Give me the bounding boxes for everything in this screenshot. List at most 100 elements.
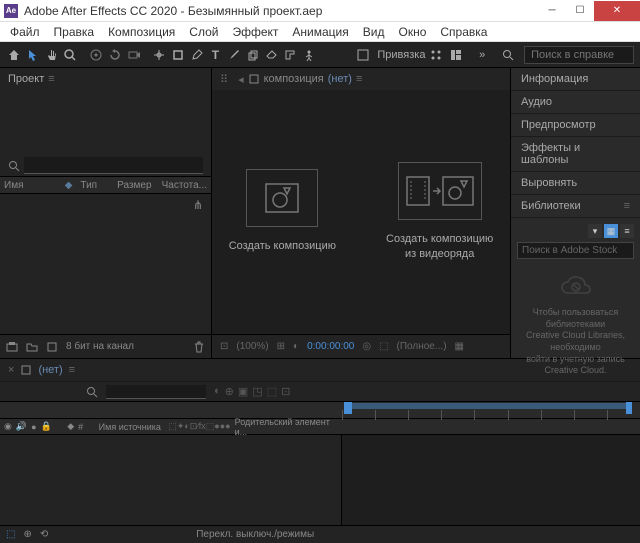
lib-list-view-icon[interactable]: ≡: [620, 224, 634, 238]
help-search-input[interactable]: [524, 46, 634, 64]
timeline-tracks-area[interactable]: [342, 435, 640, 525]
create-from-footage-tile[interactable]: Создать композицию из видеоряда: [386, 162, 493, 263]
tl-footer-icon[interactable]: ⊕: [23, 529, 31, 540]
selection-tool-icon[interactable]: [25, 45, 42, 65]
menu-animation[interactable]: Анимация: [286, 23, 354, 41]
menu-file[interactable]: Файл: [4, 23, 46, 41]
index-col[interactable]: #: [78, 422, 83, 432]
interpret-icon[interactable]: [6, 341, 18, 353]
create-composition-tile[interactable]: Создать композицию: [229, 169, 336, 254]
3d-icon[interactable]: ⬚: [379, 341, 388, 352]
panel-menu-icon[interactable]: ≡: [69, 364, 75, 376]
menu-view[interactable]: Вид: [357, 23, 391, 41]
puppet-tool-icon[interactable]: [301, 45, 318, 65]
anchor-tool-icon[interactable]: [151, 45, 168, 65]
mask-icon[interactable]: ◐: [293, 341, 299, 352]
menu-help[interactable]: Справка: [434, 23, 493, 41]
new-folder-icon[interactable]: [26, 341, 38, 353]
timeline-layer-list[interactable]: [0, 435, 342, 525]
tl-footer-icon[interactable]: ⟲: [40, 529, 48, 540]
parent-col[interactable]: Родительский элемент и...: [235, 417, 338, 437]
home-tool-icon[interactable]: [6, 45, 23, 65]
hand-tool-icon[interactable]: [43, 45, 60, 65]
col-name[interactable]: Имя: [4, 180, 57, 191]
snap-checkbox[interactable]: [355, 45, 372, 65]
roto-tool-icon[interactable]: [282, 45, 299, 65]
tl-switches-toggle[interactable]: Перекл. выключ./режимы: [196, 529, 314, 540]
snap-options-icon[interactable]: [427, 45, 444, 65]
menu-edit[interactable]: Правка: [48, 23, 101, 41]
camera-icon[interactable]: ◎: [362, 341, 371, 352]
tl-tool-icon[interactable]: ◳: [252, 385, 262, 398]
panel-audio[interactable]: Аудио: [511, 91, 640, 114]
text-tool-icon[interactable]: T: [207, 45, 224, 65]
panel-libraries[interactable]: Библиотеки≡: [511, 195, 640, 218]
label-col-icon[interactable]: ◆: [67, 421, 74, 432]
col-size[interactable]: Размер: [117, 180, 153, 191]
new-comp-icon[interactable]: [46, 341, 58, 353]
tl-tool-icon[interactable]: ⬚: [267, 385, 277, 398]
time-value[interactable]: 0:00:00:00: [307, 341, 354, 352]
col-type[interactable]: Тип: [80, 180, 109, 191]
switches-icons[interactable]: ⬚✦◐⊡∕fx⬚●●●: [168, 421, 230, 432]
timeline-ruler[interactable]: [342, 402, 640, 418]
pen-tool-icon[interactable]: [188, 45, 205, 65]
brush-tool-icon[interactable]: [226, 45, 243, 65]
menu-window[interactable]: Окно: [392, 23, 432, 41]
panel-preview[interactable]: Предпросмотр: [511, 114, 640, 137]
panel-align[interactable]: Выровнять: [511, 172, 640, 195]
workspace-icon[interactable]: [446, 45, 466, 65]
tl-tool-icon[interactable]: ⊕: [225, 385, 234, 398]
zoom-tool-icon[interactable]: [62, 45, 79, 65]
timeline-search-input[interactable]: [106, 385, 206, 399]
eraser-tool-icon[interactable]: [263, 45, 280, 65]
minimize-button[interactable]: ─: [538, 1, 566, 21]
comp-tab-chevron-icon[interactable]: ◂: [238, 73, 244, 86]
panel-grip-icon[interactable]: ⠿: [220, 73, 228, 86]
panel-menu-icon[interactable]: ≡: [356, 73, 362, 85]
speaker-col-icon[interactable]: 🔊: [16, 421, 27, 432]
rotate-tool-icon[interactable]: [107, 45, 124, 65]
tl-footer-icon[interactable]: ⬚: [6, 529, 15, 540]
lib-dropdown-icon[interactable]: ▾: [588, 224, 602, 238]
comp-icon: [248, 73, 260, 85]
project-item-list[interactable]: ⋔: [0, 194, 211, 334]
trash-icon[interactable]: [193, 341, 205, 353]
eye-col-icon[interactable]: ◉: [4, 421, 12, 432]
menu-effect[interactable]: Эффект: [226, 23, 284, 41]
maximize-button[interactable]: ☐: [566, 1, 594, 21]
menu-layer[interactable]: Слой: [183, 23, 224, 41]
timeline-tab-close-icon[interactable]: ×: [8, 364, 14, 376]
clone-tool-icon[interactable]: [244, 45, 261, 65]
orbit-tool-icon[interactable]: [88, 45, 105, 65]
bpc-label[interactable]: 8 бит на канал: [66, 341, 134, 352]
lock-col-icon[interactable]: 🔒: [41, 421, 52, 432]
tl-tool-icon[interactable]: ⊡: [281, 385, 290, 398]
camera-tool-icon[interactable]: [125, 45, 142, 65]
source-name-col[interactable]: Имя источника: [99, 422, 165, 432]
solo-col-icon[interactable]: ●: [31, 422, 36, 432]
resolution-value[interactable]: (Полное...): [397, 341, 447, 352]
zoom-value[interactable]: (100%): [236, 341, 268, 352]
tl-tool-icon[interactable]: ▣: [238, 385, 248, 398]
grid-icon[interactable]: ⊞: [277, 341, 285, 352]
menu-composition[interactable]: Композиция: [102, 23, 181, 41]
col-freq[interactable]: Частота...: [162, 180, 207, 191]
panel-menu-icon[interactable]: ≡: [48, 73, 54, 85]
timeline-tab-none[interactable]: (нет): [38, 364, 62, 376]
panel-effects[interactable]: Эффекты и шаблоны: [511, 137, 640, 172]
close-button[interactable]: ✕: [594, 1, 640, 21]
zoom-icon[interactable]: ⊡: [220, 341, 228, 352]
label-color-icon[interactable]: ◆: [65, 180, 73, 191]
project-search-input[interactable]: [24, 157, 203, 174]
tl-tool-icon[interactable]: ◐: [214, 385, 221, 398]
shape-tool-icon[interactable]: [170, 45, 187, 65]
work-area-bar[interactable]: [344, 403, 632, 409]
panel-menu-icon[interactable]: ≡: [624, 200, 630, 212]
flowchart-icon[interactable]: ⋔: [193, 198, 203, 212]
lib-grid-view-icon[interactable]: ▦: [604, 224, 618, 238]
workspace-menu-icon[interactable]: »: [472, 45, 492, 65]
lib-search-input[interactable]: Поиск в Adobe Stock: [517, 242, 634, 259]
panel-info[interactable]: Информация: [511, 68, 640, 91]
view-icon[interactable]: ▦: [455, 341, 464, 352]
